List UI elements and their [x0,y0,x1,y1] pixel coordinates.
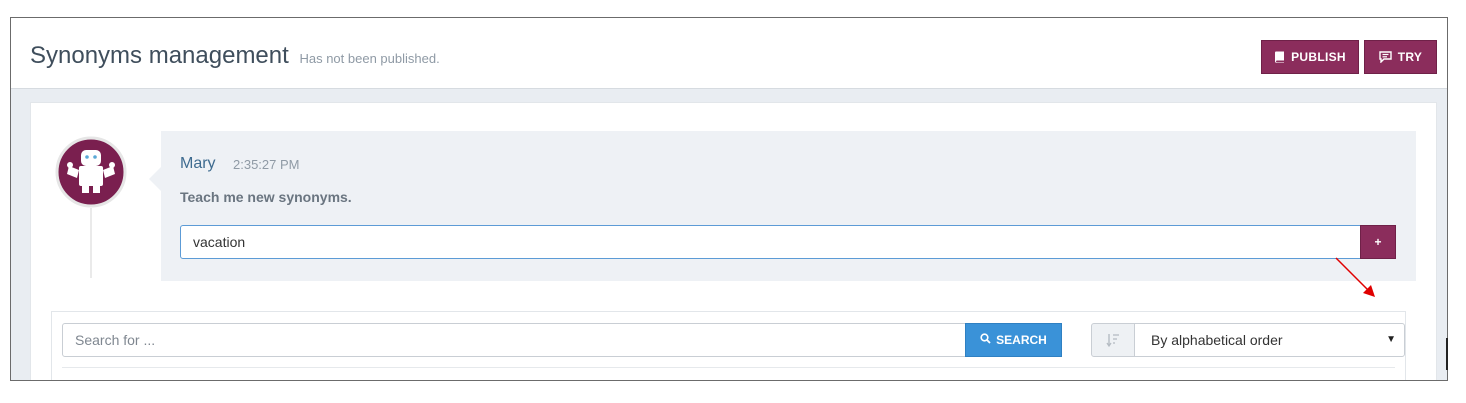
publish-label: PUBLISH [1291,50,1346,64]
page-header: Synonyms management Has not been publish… [11,18,1447,89]
bot-avatar [55,136,127,208]
try-button[interactable]: TRY [1364,40,1437,74]
chat-message: Mary 2:35:27 PM Teach me new synonyms. + [161,131,1416,281]
magnifier-icon [980,333,991,347]
annotation-arrow-icon [1335,257,1375,297]
sort-order-toggle[interactable] [1091,323,1135,357]
bubble-pointer [149,167,161,191]
message-author: Mary [180,155,216,172]
timeline-line [90,208,92,278]
page-title: Synonyms management Has not been publish… [30,42,440,70]
page-title-text: Synonyms management [30,42,289,69]
list-divider [62,367,1395,368]
scrollbar-edge [1446,338,1448,370]
synonym-input[interactable] [180,225,1361,259]
sort-order-icon [1106,334,1119,348]
try-label: TRY [1397,50,1423,64]
chat-bubble-icon [1379,51,1392,63]
message-time: 2:35:27 PM [233,157,300,172]
publish-status: Has not been published. [299,51,440,66]
synonyms-panel: Mary 2:35:27 PM Teach me new synonyms. +… [30,102,1437,380]
sort-order-select[interactable]: By alphabetical order ▼ [1134,323,1405,357]
search-toolbar: SEARCH By alphabetical order ▼ [51,311,1406,380]
search-button-label: SEARCH [996,333,1047,347]
sort-order-value: By alphabetical order [1151,332,1283,348]
search-button[interactable]: SEARCH [965,323,1062,357]
publish-button[interactable]: PUBLISH [1261,40,1359,74]
chevron-down-icon: ▼ [1386,334,1396,345]
book-icon [1274,51,1285,63]
search-input[interactable] [62,323,966,357]
message-text: Teach me new synonyms. [180,189,352,205]
app-window: Synonyms management Has not been publish… [10,17,1448,381]
robot-avatar-icon [55,136,127,208]
